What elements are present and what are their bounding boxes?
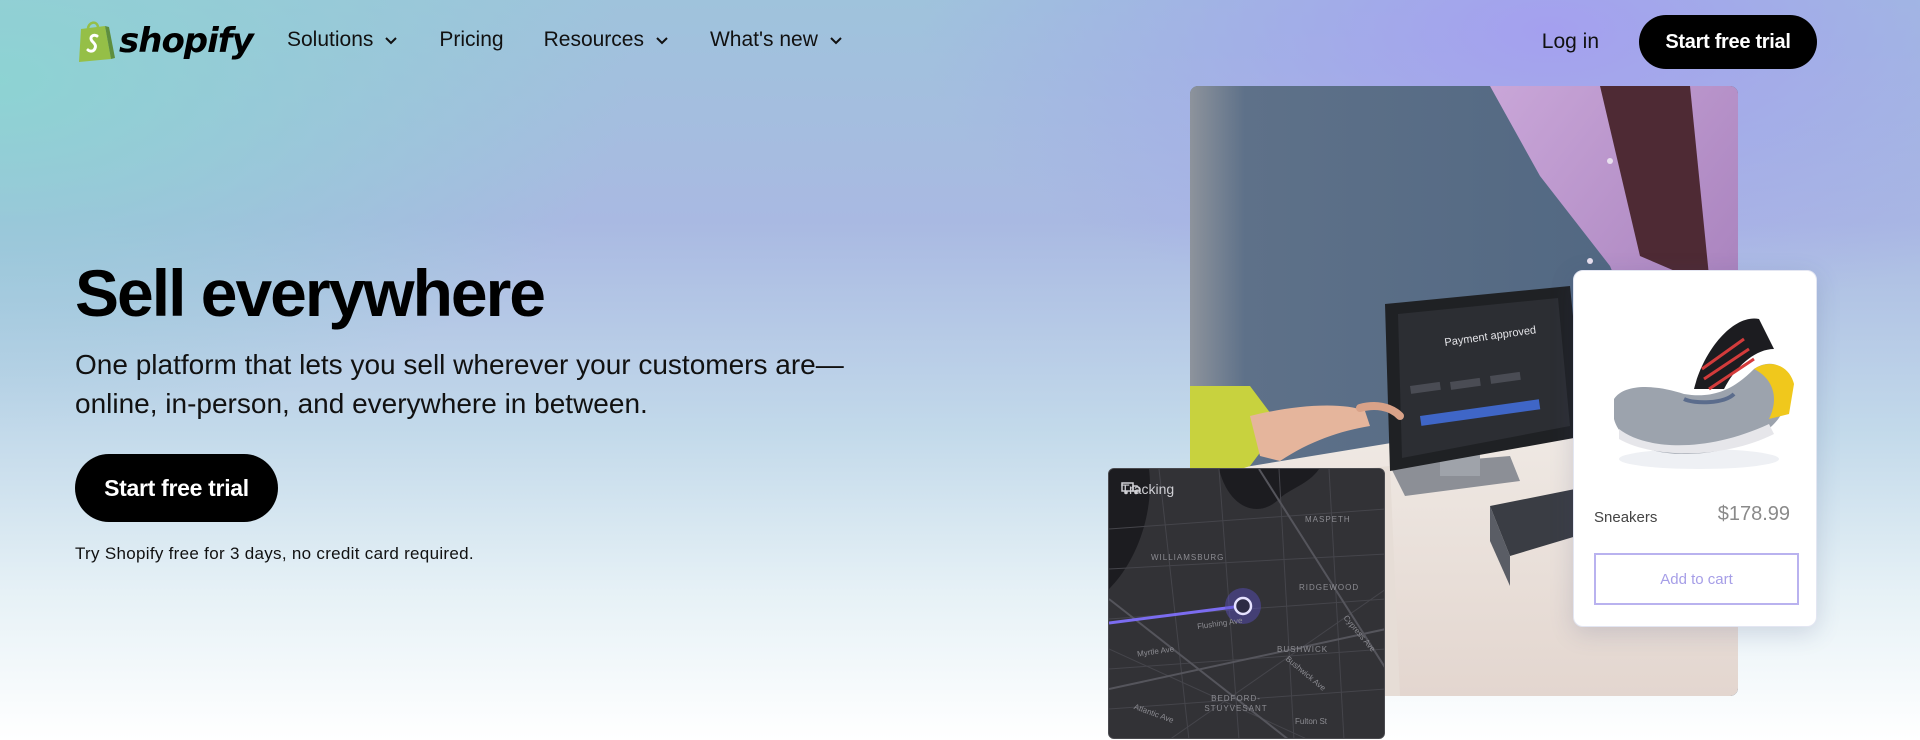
chevron-down-icon [656, 37, 668, 45]
logo-wordmark: shopify [119, 21, 254, 61]
shopify-logo[interactable]: shopify [75, 19, 254, 63]
nav-item-label: Pricing [439, 28, 504, 51]
map-label: BEDFORD-STUYVESANT [1204, 694, 1268, 713]
map-label: BUSHWICK [1277, 645, 1329, 654]
hero-title: Sell everywhere [75, 256, 546, 330]
product-price: $178.99 [1717, 503, 1790, 525]
chevron-down-icon [830, 37, 842, 45]
tracking-header: Tracking [1121, 481, 1174, 497]
nav-item-pricing[interactable]: Pricing [439, 28, 503, 52]
shopping-bag-icon [79, 21, 115, 62]
add-to-cart-button[interactable]: Add to cart [1594, 553, 1799, 605]
product-card: Sneakers $178.99 Add to cart [1573, 270, 1817, 627]
start-free-trial-button[interactable]: Start free trial [1639, 15, 1817, 69]
top-navigation: shopify Solutions Pricing Resources What… [0, 0, 1920, 86]
map-label: MASPETH [1305, 515, 1351, 524]
nav-item-label: What's new [709, 28, 818, 51]
chevron-down-icon [385, 37, 398, 45]
nav-actions: Log in Start free trial [1542, 15, 1817, 69]
product-name: Sneakers [1594, 509, 1658, 526]
trial-note: Try Shopify free for 3 days, no credit c… [75, 544, 474, 563]
delivery-truck-icon [1121, 482, 1141, 495]
map-label: Fulton St [1295, 717, 1328, 726]
map-label: RIDGEWOOD [1299, 583, 1360, 592]
tracking-map-card: Tracking WILLIAMSBURG MASPETH RIDGEWOOD … [1108, 468, 1385, 739]
sneaker-image [1614, 318, 1794, 469]
login-link[interactable]: Log in [1542, 30, 1599, 54]
hero-subtitle: One platform that lets you sell wherever… [75, 349, 844, 419]
nav-item-resources[interactable]: Resources [544, 28, 670, 52]
hero-start-free-trial-button[interactable]: Start free trial [75, 454, 278, 522]
map-label: WILLIAMSBURG [1151, 553, 1225, 562]
nav-item-solutions[interactable]: Solutions [287, 28, 399, 52]
nav-item-label: Solutions [287, 28, 374, 51]
nav-item-label: Resources [543, 28, 644, 51]
nav-item-whats-new[interactable]: What's new [710, 28, 844, 52]
main-menu: Solutions Pricing Resources What's new [287, 28, 884, 52]
